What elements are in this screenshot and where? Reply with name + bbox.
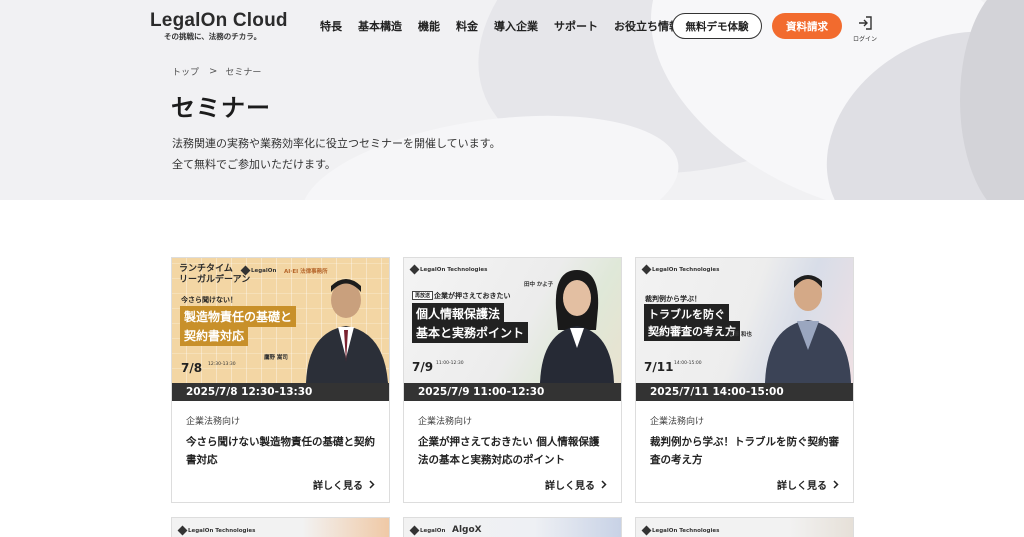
request-documents-button[interactable]: 資料請求 xyxy=(772,13,842,39)
seminar-date: 2025/7/9 11:00-12:30 xyxy=(404,383,621,401)
speaker-photo xyxy=(540,270,614,383)
site-header: LegalOn Cloud その挑戦に、法務のチカラ。 特長 基本構造 機能 料… xyxy=(0,0,1024,56)
chevron-right-icon xyxy=(601,480,607,489)
chevron-right-icon xyxy=(369,480,375,489)
thumb-headline: 基本と実務ポイント xyxy=(412,322,529,343)
seminar-thumbnail: LegalOn Technologies 裁判例から学ぶ！ トラブルを防ぐ 契約… xyxy=(636,258,853,383)
thumb-date: 7/8 xyxy=(181,361,203,375)
thumb-lead: 裁判例から学ぶ！ xyxy=(645,295,701,303)
thumb-tag: 再放送 xyxy=(412,291,434,300)
thumb-logo: LegalOn xyxy=(240,265,276,276)
details-label: 詳しく見る xyxy=(313,481,363,492)
thumb-series-title: ランチタイム リーガルデーアン xyxy=(179,264,251,285)
seminar-card[interactable]: LegalOn Technologies xyxy=(635,517,854,537)
thumb-headline: 契約書対応 xyxy=(180,325,249,346)
seminar-card[interactable]: LegalOn AlgoX xyxy=(403,517,622,537)
free-demo-button[interactable]: 無料デモ体験 xyxy=(672,13,762,39)
details-label: 詳しく見る xyxy=(777,481,827,492)
seminar-title: 企業が押さえておきたい 個人情報保護法の基本と実務対応のポイント xyxy=(418,436,600,466)
breadcrumb-current: セミナー xyxy=(225,68,262,78)
nav-item-support[interactable]: サポート xyxy=(554,18,598,34)
details-link[interactable]: 詳しく見る xyxy=(545,477,607,492)
page-title: セミナー xyxy=(171,94,271,122)
thumb-speaker: 鷹野 嵩司 xyxy=(264,355,288,361)
logo-wordmark: LegalOn Cloud xyxy=(150,10,288,31)
breadcrumb-home[interactable]: トップ xyxy=(172,65,199,78)
nav-item-functions[interactable]: 機能 xyxy=(418,18,440,34)
seminar-card[interactable]: LegalOn Technologies xyxy=(171,517,390,537)
logo-tagline: その挑戦に、法務のチカラ。 xyxy=(164,32,262,41)
details-link[interactable]: 詳しく見る xyxy=(777,477,839,492)
thumb-headline: 個人情報保護法 xyxy=(412,303,505,324)
thumb-time: 11:00-12:30 xyxy=(436,361,464,366)
main-nav: 特長 基本構造 機能 料金 導入企業 サポート お役立ち情報 xyxy=(320,18,696,34)
seminar-thumbnail: LegalOn Technologies 再放送 企業が押さえておきたい 個人情… xyxy=(404,258,621,383)
thumb-partner-logo: AlgoX xyxy=(452,525,482,535)
seminar-date: 2025/7/11 14:00-15:00 xyxy=(636,383,853,401)
seminar-card[interactable]: ランチタイム リーガルデーアン LegalOn AI·EI 法律事務所 今さら聞… xyxy=(171,257,390,503)
nav-item-structure[interactable]: 基本構造 xyxy=(358,18,402,34)
description-line: 法務関連の実務や業務効率化に役立つセミナーを開催しています。 xyxy=(172,137,501,150)
thumb-logo: LegalOn xyxy=(409,525,445,536)
chevron-right-icon xyxy=(833,480,839,489)
thumb-time: 14:00-15:00 xyxy=(674,361,702,366)
nav-item-resources[interactable]: お役立ち情報 xyxy=(614,18,680,34)
nav-item-pricing[interactable]: 料金 xyxy=(456,18,478,34)
thumb-logo: LegalOn Technologies xyxy=(641,525,719,536)
nav-item-customers[interactable]: 導入企業 xyxy=(494,18,538,34)
seminar-title: 今さら聞けない製造物責任の基礎と契約書対応 xyxy=(186,436,375,466)
site-logo[interactable]: LegalOn Cloud その挑戦に、法務のチカラ。 xyxy=(150,10,288,42)
page-description: 法務関連の実務や業務効率化に役立つセミナーを開催しています。 全て無料でご参加い… xyxy=(172,133,501,175)
details-link[interactable]: 詳しく見る xyxy=(313,477,375,492)
thumb-headline: 契約審査の考え方 xyxy=(644,321,740,341)
seminar-date: 2025/7/8 12:30-13:30 xyxy=(172,383,389,401)
thumb-logo: LegalOn Technologies xyxy=(641,264,719,275)
login-link[interactable]: ログイン xyxy=(852,15,878,43)
seminar-category: 企業法務向け xyxy=(650,417,705,427)
thumb-logo: LegalOn Technologies xyxy=(177,525,255,536)
thumb-speaker: 高澤 和也 xyxy=(728,332,752,338)
seminar-thumbnail: ランチタイム リーガルデーアン LegalOn AI·EI 法律事務所 今さら聞… xyxy=(172,258,389,383)
breadcrumb: トップ > セミナー xyxy=(172,65,261,78)
speaker-photo xyxy=(306,279,388,383)
seminar-category: 企業法務向け xyxy=(418,417,473,427)
thumb-lead: 企業が押さえておきたい xyxy=(434,292,511,300)
nav-item-features[interactable]: 特長 xyxy=(320,18,342,34)
thumb-date: 7/11 xyxy=(644,360,674,374)
thumb-lead: 今さら聞けない！ xyxy=(181,296,237,304)
seminar-card[interactable]: LegalOn Technologies 裁判例から学ぶ！ トラブルを防ぐ 契約… xyxy=(635,257,854,503)
speaker-photo xyxy=(765,275,851,383)
details-label: 詳しく見る xyxy=(545,481,595,492)
login-icon xyxy=(859,16,872,30)
thumb-time: 12:30-13:30 xyxy=(208,362,236,367)
thumb-date: 7/9 xyxy=(412,360,434,374)
description-line: 全て無料でご参加いただけます。 xyxy=(172,158,336,171)
seminar-category: 企業法務向け xyxy=(186,417,241,427)
thumb-logo: LegalOn Technologies xyxy=(409,264,487,275)
seminar-card[interactable]: LegalOn Technologies 再放送 企業が押さえておきたい 個人情… xyxy=(403,257,622,503)
seminar-title: 裁判例から学ぶ！トラブルを防ぐ契約審査の考え方 xyxy=(650,436,839,466)
login-label: ログイン xyxy=(852,36,877,43)
breadcrumb-separator: > xyxy=(209,66,218,77)
thumb-headline: 製造物責任の基礎と xyxy=(180,306,297,327)
